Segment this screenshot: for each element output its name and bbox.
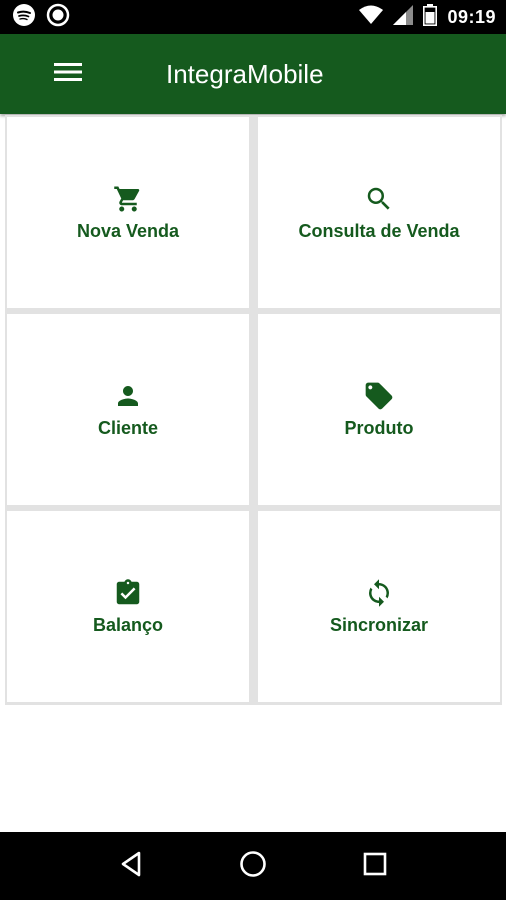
- status-bar: 09:19: [0, 0, 506, 34]
- signal-icon: [393, 4, 414, 30]
- person-icon: [112, 380, 144, 412]
- tile-consulta-de-venda[interactable]: Consulta de Venda: [256, 115, 502, 310]
- wifi-icon: [359, 5, 384, 30]
- recents-icon: [361, 850, 389, 883]
- tile-label: Consulta de Venda: [298, 221, 460, 241]
- tile-nova-venda[interactable]: Nova Venda: [5, 115, 251, 310]
- app-title: IntegraMobile: [166, 59, 324, 89]
- back-button[interactable]: [111, 846, 151, 886]
- record-icon: [46, 3, 70, 32]
- sync-icon: [363, 577, 395, 609]
- battery-icon: [423, 3, 438, 31]
- menu-grid: Nova Venda Consulta de Venda Cliente Pro…: [5, 115, 502, 705]
- status-left: [12, 3, 70, 32]
- back-icon: [117, 850, 145, 883]
- tile-sincronizar[interactable]: Sincronizar: [256, 509, 502, 704]
- recents-button[interactable]: [355, 846, 395, 886]
- tile-label: Sincronizar: [329, 615, 429, 635]
- search-icon: [363, 183, 395, 215]
- tile-label: Nova Venda: [76, 221, 180, 241]
- navigation-bar: [0, 832, 506, 900]
- tile-label: Balanço: [92, 615, 164, 635]
- home-button[interactable]: [233, 846, 273, 886]
- tile-balanco[interactable]: Balanço: [5, 509, 251, 704]
- shopping-cart-icon: [112, 183, 144, 215]
- app-bar: IntegraMobile: [0, 34, 506, 114]
- menu-button[interactable]: [50, 58, 86, 90]
- home-icon: [238, 849, 268, 884]
- tile-produto[interactable]: Produto: [256, 312, 502, 507]
- hamburger-menu-icon: [54, 61, 82, 88]
- spotify-icon: [12, 3, 36, 32]
- tag-icon: [363, 380, 395, 412]
- tile-label: Produto: [344, 418, 414, 438]
- tile-cliente[interactable]: Cliente: [5, 312, 251, 507]
- clipboard-check-icon: [112, 577, 144, 609]
- tile-label: Cliente: [97, 418, 158, 438]
- status-time: 09:19: [447, 6, 496, 27]
- status-right: 09:19: [359, 3, 496, 31]
